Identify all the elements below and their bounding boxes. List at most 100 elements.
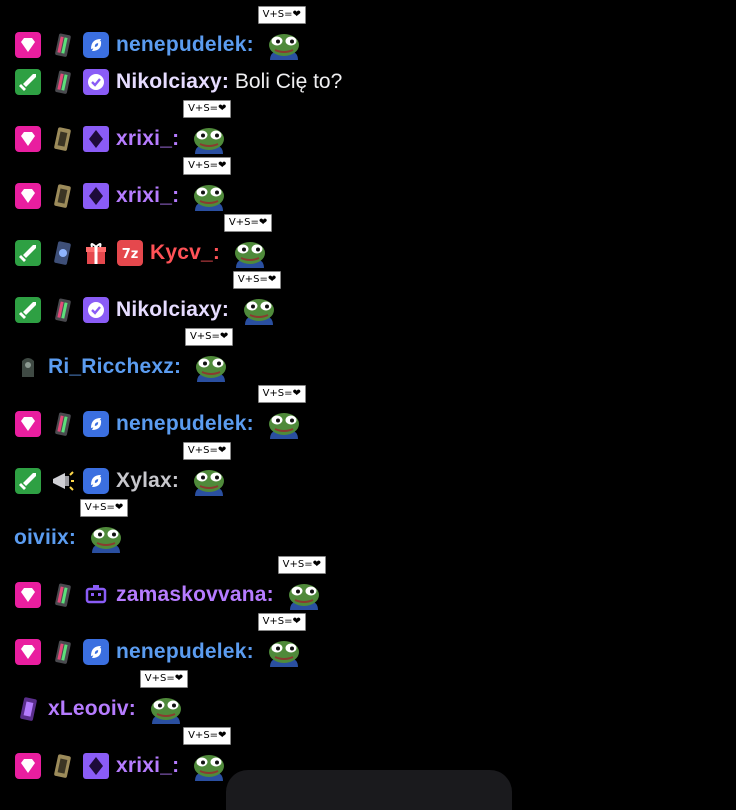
chat-message[interactable]: Nikolciaxy: V+S=❤: [14, 271, 282, 327]
username-colon: :: [172, 127, 180, 150]
chat-message[interactable]: xrixi_: V+S=❤: [14, 157, 232, 213]
emote-sign-label: V+S=❤: [184, 328, 234, 346]
moderator-sword-icon[interactable]: [14, 68, 42, 96]
chat-username[interactable]: xrixi_: [116, 127, 172, 151]
gift-icon[interactable]: [82, 239, 110, 267]
moderator-sword-icon[interactable]: [14, 467, 42, 495]
gold-canister-icon[interactable]: [48, 752, 76, 780]
moderator-sword-icon[interactable]: [14, 296, 42, 324]
chat-message[interactable]: Xylax: V+S=❤: [14, 442, 232, 498]
chat-message-list[interactable]: nenepudelek: V+S=❤ Nikolciaxy: Boli Cię to?…: [0, 0, 736, 788]
username-colon: :: [266, 583, 274, 606]
gold-canister-icon[interactable]: [48, 182, 76, 210]
chat-username[interactable]: nenepudelek: [116, 640, 247, 664]
chat-username[interactable]: xrixi_: [116, 184, 172, 208]
chat-message[interactable]: zamaskovvana: V+S=❤: [14, 556, 326, 612]
username-colon: :: [246, 33, 254, 56]
chat-username[interactable]: Nikolciaxy: [116, 298, 222, 322]
turbo-icon[interactable]: 7z: [116, 239, 144, 267]
subscriber-gem-icon[interactable]: [14, 31, 42, 59]
chat-message[interactable]: xrixi_: V+S=❤: [14, 100, 232, 156]
chat-username[interactable]: xLeooiv: [48, 697, 129, 721]
username-colon: :: [171, 469, 179, 492]
subscriber-gem-icon[interactable]: [14, 410, 42, 438]
prime-gaming-icon[interactable]: [82, 410, 110, 438]
pepe-emote-icon[interactable]: V+S=❤: [183, 157, 232, 213]
subscriber-gem-icon[interactable]: [14, 125, 42, 153]
vip-diamond-icon[interactable]: [82, 182, 110, 210]
prime-gaming-icon[interactable]: [82, 638, 110, 666]
subscriber-gem-icon[interactable]: [14, 581, 42, 609]
vip-diamond-icon[interactable]: [82, 752, 110, 780]
pepe-emote-icon[interactable]: V+S=❤: [232, 271, 282, 327]
moderator-sword-icon[interactable]: [14, 239, 42, 267]
emote-sign-label: V+S=❤: [183, 727, 232, 745]
dark-canister-icon[interactable]: [14, 353, 42, 381]
chat-message[interactable]: oiviix: V+S=❤: [14, 499, 129, 555]
pepe-emote-icon[interactable]: V+S=❤: [139, 670, 189, 726]
emote-sign-label: V+S=❤: [257, 385, 306, 403]
chat-input-pill[interactable]: [226, 770, 512, 810]
chat-message[interactable]: xrixi_: V+S=❤: [14, 727, 232, 783]
chat-username[interactable]: Xylax: [116, 469, 172, 493]
blue-canister-icon[interactable]: [48, 239, 76, 267]
pepe-emote-icon[interactable]: V+S=❤: [223, 214, 273, 270]
username-colon: :: [68, 526, 76, 549]
gold-canister-icon[interactable]: [48, 125, 76, 153]
pepe-emote-icon[interactable]: V+S=❤: [184, 328, 234, 384]
emote-sign-label: V+S=❤: [139, 670, 189, 688]
username-colon: :: [246, 640, 254, 663]
chat-username[interactable]: Kycv_: [150, 241, 213, 265]
svg-text:7z: 7z: [122, 247, 139, 262]
bits-canister-icon[interactable]: [48, 638, 76, 666]
chat-message[interactable]: 7z Kycv_: V+S=❤: [14, 214, 273, 270]
verified-check-icon[interactable]: [82, 296, 110, 324]
username-colon: :: [172, 184, 180, 207]
horn-icon[interactable]: [48, 467, 76, 495]
chat-message[interactable]: nenepudelek: V+S=❤: [14, 613, 306, 669]
emote-sign-label: V+S=❤: [182, 442, 232, 460]
username-colon: :: [212, 241, 220, 264]
purple-canister-icon[interactable]: [14, 695, 42, 723]
bits-canister-icon[interactable]: [48, 581, 76, 609]
subscriber-gem-icon[interactable]: [14, 752, 42, 780]
chat-message[interactable]: Ri_Ricchexz: V+S=❤: [14, 328, 234, 384]
pepe-emote-icon[interactable]: V+S=❤: [79, 499, 129, 555]
chat-message[interactable]: xLeooiv: V+S=❤: [14, 670, 189, 726]
chat-username[interactable]: nenepudelek: [116, 33, 247, 57]
chat-username[interactable]: zamaskovvana: [116, 583, 267, 607]
emote-sign-label: V+S=❤: [223, 214, 273, 232]
chat-username[interactable]: Nikolciaxy: [116, 70, 222, 94]
verified-check-icon[interactable]: [82, 68, 110, 96]
bits-canister-icon[interactable]: [48, 410, 76, 438]
username-colon: :: [246, 412, 254, 435]
vip-diamond-icon[interactable]: [82, 125, 110, 153]
chat-message-text: Boli Cię to?: [234, 70, 343, 93]
subscriber-gem-icon[interactable]: [14, 182, 42, 210]
bits-canister-icon[interactable]: [48, 31, 76, 59]
username-colon: :: [221, 70, 229, 93]
chat-username[interactable]: nenepudelek: [116, 412, 247, 436]
username-colon: :: [128, 697, 136, 720]
chat-message[interactable]: Nikolciaxy: Boli Cię to?: [14, 65, 342, 99]
pepe-emote-icon[interactable]: V+S=❤: [182, 442, 232, 498]
prime-gaming-icon[interactable]: [82, 467, 110, 495]
chat-username[interactable]: Ri_Ricchexz: [48, 355, 174, 379]
bits-canister-icon[interactable]: [48, 68, 76, 96]
chat-message[interactable]: nenepudelek: V+S=❤: [14, 6, 306, 62]
chat-username[interactable]: oiviix: [14, 526, 69, 550]
prime-gaming-icon[interactable]: [82, 31, 110, 59]
username-colon: :: [172, 754, 180, 777]
pepe-emote-icon[interactable]: V+S=❤: [277, 556, 326, 612]
pepe-emote-icon[interactable]: V+S=❤: [257, 613, 306, 669]
pepe-emote-icon[interactable]: V+S=❤: [183, 100, 232, 156]
robot-icon[interactable]: [82, 581, 110, 609]
chat-username[interactable]: xrixi_: [116, 754, 172, 778]
subscriber-gem-icon[interactable]: [14, 638, 42, 666]
chat-message[interactable]: nenepudelek: V+S=❤: [14, 385, 306, 441]
emote-sign-label: V+S=❤: [183, 157, 232, 175]
pepe-emote-icon[interactable]: V+S=❤: [257, 6, 306, 62]
pepe-emote-icon[interactable]: V+S=❤: [183, 727, 232, 783]
bits-canister-icon[interactable]: [48, 296, 76, 324]
pepe-emote-icon[interactable]: V+S=❤: [257, 385, 306, 441]
